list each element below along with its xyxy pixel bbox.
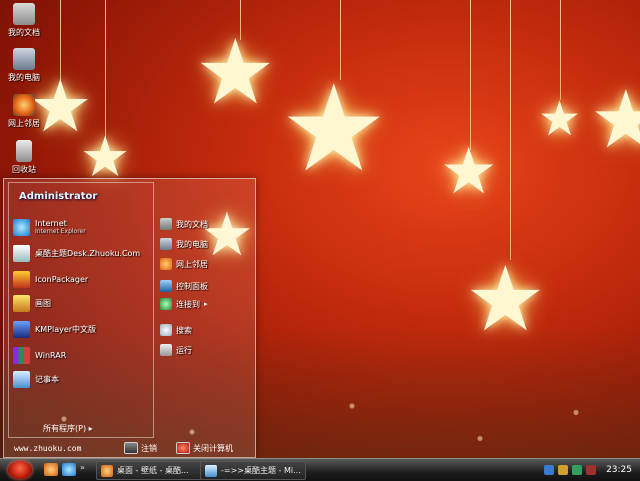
user-name: Administrator (19, 191, 98, 202)
star-string (510, 0, 511, 260)
quicklaunch-firefox-icon[interactable] (44, 463, 58, 476)
places-item-control-panel[interactable]: 控制面板 (160, 278, 208, 294)
star-decoration: ★ (195, 20, 276, 125)
my-computer-icon (13, 48, 35, 70)
pinned-program-kmplayer[interactable]: KMPlayer中文版 (13, 319, 96, 339)
taskbar-button-label: -=>>桌酷主题 - Mi... (221, 466, 301, 475)
pinned-program-notepad[interactable]: 记事本 (13, 369, 59, 389)
start-button[interactable] (8, 461, 32, 479)
start-menu: Administrator Internet Internet Explorer … (3, 178, 256, 458)
star-decoration: ★ (440, 135, 498, 209)
taskbar-button-browser[interactable]: 桌面 - 壁纸 - 桌酷... (96, 461, 202, 480)
places-item-search[interactable]: 搜索 (160, 322, 192, 338)
pinned-program-winrar[interactable]: WinRAR (13, 345, 66, 365)
connect-icon (160, 298, 172, 310)
paint-icon (13, 294, 30, 312)
program-title: KMPlayer中文版 (35, 324, 97, 334)
program-title: Internet (35, 219, 67, 228)
places-item-label: 我的文档 (176, 219, 208, 229)
program-label: Internet Internet Explorer (35, 219, 86, 235)
desktop: ★ ★ ★ ★ ★ ★ ★ ★ ★ 我的文档 我的电脑 网上邻居 回收站 Adm… (0, 0, 640, 458)
folder-icon (160, 218, 172, 230)
computer-icon (160, 238, 172, 250)
desktop-icon-label: 我的电脑 (8, 73, 40, 82)
desktop-icon-network[interactable]: 网上邻居 (2, 94, 46, 129)
network-icon (160, 258, 172, 270)
recycle-bin-icon (16, 140, 32, 162)
all-programs-button[interactable]: 所有程序(P) ▸ (43, 423, 93, 434)
tray-volume-icon[interactable] (558, 465, 569, 475)
desktop-icon-my-documents[interactable]: 我的文档 (2, 3, 46, 38)
program-title: IconPackager (35, 274, 89, 284)
program-title: 记事本 (35, 374, 59, 384)
logoff-icon (124, 442, 138, 454)
tray-network-icon[interactable] (544, 465, 555, 475)
pinned-program-iconpackager[interactable]: IconPackager (13, 269, 88, 289)
desktop-icon-recycle-bin[interactable]: 回收站 (2, 140, 46, 175)
program-title: WinRAR (35, 350, 67, 360)
pinned-program-theme[interactable]: 桌酷主题Desk.Zhuoku.Com (13, 243, 140, 263)
star-decoration: ★ (590, 73, 640, 166)
clock[interactable]: 23:25 (606, 465, 632, 475)
places-item-connect[interactable]: 连接到 ▸ (160, 296, 208, 312)
program-title: 桌酷主题Desk.Zhuoku.Com (35, 248, 141, 258)
arrow-right-icon: ▸ (88, 424, 93, 433)
star-decoration: ★ (538, 91, 582, 147)
winrar-icon (13, 346, 30, 364)
site-text: www.zhuoku.com (14, 443, 82, 453)
power-icon (176, 442, 190, 454)
places-item-my-computer[interactable]: 我的电脑 (160, 236, 208, 252)
start-menu-places-pane: 我的文档 我的电脑 网上邻居 控制面板 连接到 ▸ 搜索 运行 (154, 182, 252, 436)
pinned-program-internet[interactable]: Internet Internet Explorer (13, 217, 86, 237)
chevron-right-icon: ▸ (204, 300, 208, 308)
taskbar-button-editor[interactable]: -=>>桌酷主题 - Mi... (200, 461, 306, 480)
taskbar-button-label: 桌面 - 壁纸 - 桌酷... (117, 466, 189, 475)
star-string (560, 0, 561, 100)
places-item-label: 网上邻居 (176, 259, 208, 269)
pinned-program-paint[interactable]: 画图 (13, 293, 51, 313)
star-string (470, 0, 471, 150)
program-subtitle: Internet Explorer (35, 228, 86, 235)
shutdown-label: 关闭计算机 (193, 443, 233, 453)
all-programs-label: 所有程序(P) (43, 424, 87, 433)
program-title: 画图 (35, 298, 51, 308)
places-item-my-documents[interactable]: 我的文档 (160, 216, 208, 232)
places-item-network[interactable]: 网上邻居 (160, 256, 208, 272)
editor-icon (205, 464, 217, 477)
start-menu-programs-pane: Administrator Internet Internet Explorer … (8, 182, 154, 438)
places-item-label: 我的电脑 (176, 239, 208, 249)
star-decoration: ★ (280, 60, 388, 199)
desktop-icon-label: 网上邻居 (8, 119, 40, 128)
kmplayer-icon (13, 320, 30, 338)
desktop-icon-label: 回收站 (12, 165, 36, 174)
logoff-label: 注销 (141, 443, 157, 453)
places-item-label: 运行 (176, 345, 192, 355)
desktop-icon-label: 我的文档 (8, 28, 40, 37)
theme-app-icon (13, 244, 30, 262)
places-item-label: 控制面板 (176, 281, 208, 291)
tray-security-icon[interactable] (586, 465, 597, 475)
quicklaunch-ie-icon[interactable] (62, 463, 76, 476)
network-icon (13, 94, 35, 116)
desktop-icon-my-computer[interactable]: 我的电脑 (2, 48, 46, 83)
star-string (105, 0, 106, 140)
places-item-run[interactable]: 运行 (160, 342, 192, 358)
tray-app-icon[interactable] (572, 465, 583, 475)
logoff-button[interactable]: 注销 (124, 442, 157, 454)
my-documents-icon (13, 3, 35, 25)
search-icon (160, 324, 172, 336)
notepad-icon (13, 370, 30, 388)
browser-icon (101, 464, 113, 477)
control-panel-icon (160, 280, 172, 292)
start-menu-footer: www.zhuoku.com 注销 关闭计算机 (4, 439, 255, 457)
taskbar: » 桌面 - 壁纸 - 桌酷... -=>>桌酷主题 - Mi... 23:25 (0, 458, 640, 481)
places-item-label: 连接到 (176, 299, 200, 309)
shutdown-button[interactable]: 关闭计算机 (176, 442, 233, 454)
run-icon (160, 344, 172, 356)
chevron-right-icon[interactable]: » (80, 463, 88, 476)
system-tray: 23:25 (540, 459, 640, 481)
places-item-label: 搜索 (176, 325, 192, 335)
internet-explorer-icon (13, 218, 30, 236)
iconpackager-icon (13, 270, 30, 288)
